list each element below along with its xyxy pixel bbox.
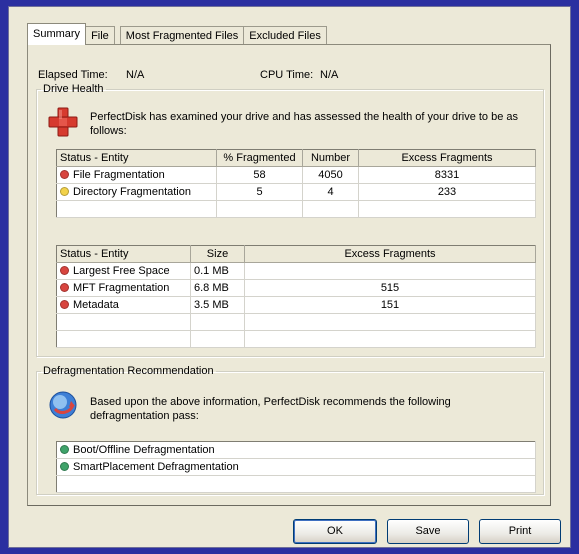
cpu-time-value: N/A [320,69,339,81]
column-number[interactable]: Number [302,149,359,167]
cpu-time-label: CPU Time: [260,69,314,81]
entity-name: File Fragmentation [73,169,165,181]
column-status-entity[interactable]: Status - Entity [56,245,191,263]
table-row-empty [56,200,536,218]
tab-excluded-files[interactable]: Excluded Files [243,26,327,45]
list-item[interactable]: SmartPlacement Defragmentation [56,458,536,476]
recommendation-label: Boot/Offline Defragmentation [73,444,215,456]
excess-cell: 8331 [358,166,536,184]
table-row[interactable]: Largest Free Space 0.1 MB [56,262,536,280]
table-row-empty [56,330,536,348]
entity-name: Metadata [73,299,119,311]
tab-most-fragmented-files[interactable]: Most Fragmented Files [119,26,245,45]
column-size[interactable]: Size [190,245,245,263]
summary-dialog: Summary File Most Fragmented Files Exclu… [8,6,571,548]
status-green-icon [60,462,69,471]
size-cell: 0.1 MB [190,262,245,280]
excess-cell: 151 [244,296,536,314]
excess-cell [244,262,536,280]
table-row-empty [56,313,536,331]
pct-cell: 5 [216,183,303,201]
recommendation-message: Based upon the above information, Perfec… [90,396,451,422]
status-green-icon [60,445,69,454]
column-excess-fragments[interactable]: Excess Fragments [244,245,536,263]
recommendation-label: SmartPlacement Defragmentation [73,461,239,473]
save-button[interactable]: Save [387,519,469,544]
tab-file[interactable]: File [85,26,115,45]
ok-button[interactable]: OK [293,519,377,544]
tab-summary[interactable]: Summary [27,23,87,45]
drive-health-message: PerfectDisk has examined your drive and … [90,111,519,137]
status-red-icon [60,300,69,309]
list-item[interactable]: Boot/Offline Defragmentation [56,441,536,459]
volume-metrics-table: Status - Entity Size Excess Fragments La… [56,245,536,348]
number-cell: 4050 [302,166,359,184]
table-row[interactable]: File Fragmentation 58 4050 8331 [56,166,536,184]
pct-cell: 58 [216,166,303,184]
elapsed-time-label: Elapsed Time: [38,69,108,81]
entity-name: MFT Fragmentation [73,282,170,294]
recommendation-list: Boot/Offline Defragmentation SmartPlacem… [56,441,536,493]
size-cell: 3.5 MB [190,296,245,314]
summary-panel: Elapsed Time: N/A CPU Time: N/A Drive He… [27,44,551,506]
excess-cell: 515 [244,279,536,297]
table-row[interactable]: Metadata 3.5 MB 151 [56,296,536,314]
health-cross-icon [48,107,78,137]
status-red-icon [60,283,69,292]
size-cell: 6.8 MB [190,279,245,297]
entity-name: Largest Free Space [73,265,170,277]
entity-name: Directory Fragmentation [73,186,191,198]
fragmentation-table: Status - Entity % Fragmented Number Exce… [56,149,536,218]
excess-cell: 233 [358,183,536,201]
table-row[interactable]: Directory Fragmentation 5 4 233 [56,183,536,201]
number-cell: 4 [302,183,359,201]
column-status-entity[interactable]: Status - Entity [56,149,217,167]
column-pct-fragmented[interactable]: % Fragmented [216,149,303,167]
elapsed-time-value: N/A [126,69,145,81]
tab-strip: Summary File Most Fragmented Files Exclu… [27,23,327,45]
print-button[interactable]: Print [479,519,561,544]
drive-health-legend: Drive Health [43,83,104,95]
table-row-empty [56,475,536,493]
status-red-icon [60,170,69,179]
status-yellow-icon [60,187,69,196]
recommendation-legend: Defragmentation Recommendation [43,365,214,377]
column-excess-fragments[interactable]: Excess Fragments [358,149,536,167]
defrag-advice-icon [49,391,77,419]
table-row[interactable]: MFT Fragmentation 6.8 MB 515 [56,279,536,297]
status-red-icon [60,266,69,275]
